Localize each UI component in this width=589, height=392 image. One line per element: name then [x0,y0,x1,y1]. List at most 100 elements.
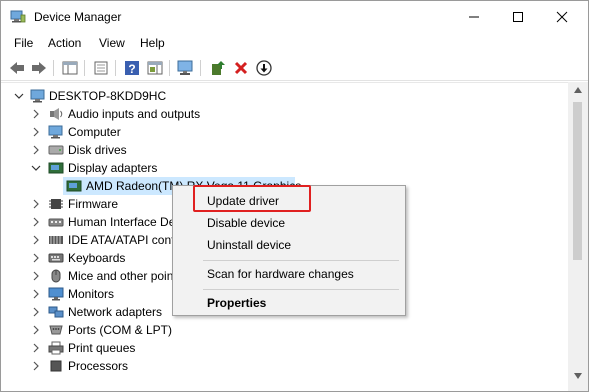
update-driver-toolbar-button[interactable] [208,58,228,78]
device-manager-window: Device Manager File Action View Help ? D… [0,0,589,392]
monitor-icon [48,287,64,301]
chevron-right-icon[interactable] [31,325,41,335]
close-button[interactable] [539,1,585,32]
tree-item-disk-drives[interactable]: Disk drives [1,141,561,159]
chevron-right-icon[interactable] [31,253,41,263]
menu-bar: File Action View Help [1,33,588,53]
console-tree-icon [62,61,78,75]
chevron-right-icon[interactable] [31,109,41,119]
back-arrow-icon [10,62,24,74]
menu-item-scan-hardware[interactable]: Scan for hardware changes [207,267,354,281]
menu-view[interactable]: View [99,36,125,50]
chevron-right-icon[interactable] [31,217,41,227]
hid-icon [48,218,64,227]
chevron-right-icon[interactable] [31,361,41,371]
tree-item-print-queues[interactable]: Print queues [1,339,561,357]
chevron-right-icon[interactable] [31,289,41,299]
tree-item-audio[interactable]: Audio inputs and outputs [1,105,561,123]
update-driver-highlight-box [193,185,311,212]
help-icon: ? [125,61,139,76]
toolbar-separator [200,60,201,76]
download-circle-icon [256,60,272,76]
tree-item-label: Keyboards [68,251,126,265]
port-icon [49,325,63,335]
toolbar-separator [84,60,85,76]
tree-item-display-adapters[interactable]: Display adapters [1,159,561,177]
keyboard-icon [48,253,64,263]
properties-toolbar-button[interactable] [91,58,111,78]
disk-icon [48,145,64,155]
scan-hardware-button[interactable] [176,58,196,78]
maximize-icon [513,11,523,22]
menu-item-properties[interactable]: Properties [207,296,266,310]
menu-item-disable-device[interactable]: Disable device [207,216,285,230]
cpu-icon [50,360,62,372]
tree-item-label: Firmware [68,197,118,211]
menu-item-uninstall-device[interactable]: Uninstall device [207,238,291,252]
forward-button[interactable] [29,58,49,78]
uninstall-toolbar-button[interactable] [231,58,251,78]
minimize-button[interactable] [451,1,497,32]
tree-item-label: Monitors [68,287,115,301]
tree-item-processors[interactable]: Processors [1,357,561,375]
menu-help[interactable]: Help [140,36,165,50]
action-pane-button[interactable] [145,58,165,78]
tree-item-label: IDE ATA/ATAPI contr [68,233,179,247]
back-button[interactable] [7,58,27,78]
tree-item-computer[interactable]: Computer [1,123,561,141]
scrollbar-thumb[interactable] [573,102,582,260]
help-toolbar-button[interactable]: ? [122,58,142,78]
toolbar-separator [115,60,116,76]
chevron-right-icon[interactable] [31,343,41,353]
properties-sheet-icon [94,61,108,75]
forward-arrow-icon [32,62,46,74]
tree-item-label: Print queues [68,341,136,355]
tree-item-label: Disk drives [68,143,127,157]
vertical-scrollbar[interactable] [568,82,588,391]
toolbar: ? [1,55,588,81]
tree-item-label: Human Interface Dev [68,215,182,229]
scroll-up-icon[interactable] [573,86,583,94]
chevron-right-icon[interactable] [31,235,41,245]
tree-item-label: Audio inputs and outputs [68,107,201,121]
device-manager-app-icon [10,10,26,23]
display-adapter-icon [48,162,64,174]
network-icon [48,306,64,318]
tree-item-label: Mice and other poin [68,269,174,283]
window-title: Device Manager [34,10,122,24]
menu-file[interactable]: File [14,36,33,50]
enable-device-toolbar-button[interactable] [254,58,274,78]
chevron-right-icon[interactable] [31,271,41,281]
menu-separator [203,260,399,261]
scroll-down-icon[interactable] [573,372,583,380]
maximize-button[interactable] [495,1,541,32]
tree-item-label: Computer [68,125,121,139]
chevron-right-icon[interactable] [31,199,41,209]
chevron-right-icon[interactable] [31,145,41,155]
computer-icon [48,125,63,139]
show-hide-console-tree-button[interactable] [60,58,80,78]
computer-icon [30,89,45,103]
speaker-icon [50,108,63,120]
menu-action[interactable]: Action [48,36,81,50]
mouse-icon [51,269,61,283]
tree-item-ports[interactable]: Ports (COM & LPT) [1,321,561,339]
minimize-icon [469,16,479,17]
chevron-right-icon[interactable] [31,127,41,137]
chevron-down-icon[interactable] [14,91,24,101]
chip-icon [49,199,63,209]
ide-icon [49,236,63,244]
chevron-down-icon[interactable] [31,163,41,173]
update-driver-icon [212,61,225,75]
monitor-scan-icon [177,60,193,75]
toolbar-separator [53,60,54,76]
printer-icon [48,341,64,355]
red-x-icon [234,61,248,75]
chevron-right-icon[interactable] [31,307,41,317]
close-icon [556,11,568,22]
tree-root-row[interactable]: DESKTOP-8KDD9HC [1,87,561,105]
title-bar: Device Manager [1,1,588,32]
tree-item-label: Network adapters [68,305,163,319]
tree-item-label: Ports (COM & LPT) [68,323,173,337]
tree-item-label: Processors [68,359,129,373]
